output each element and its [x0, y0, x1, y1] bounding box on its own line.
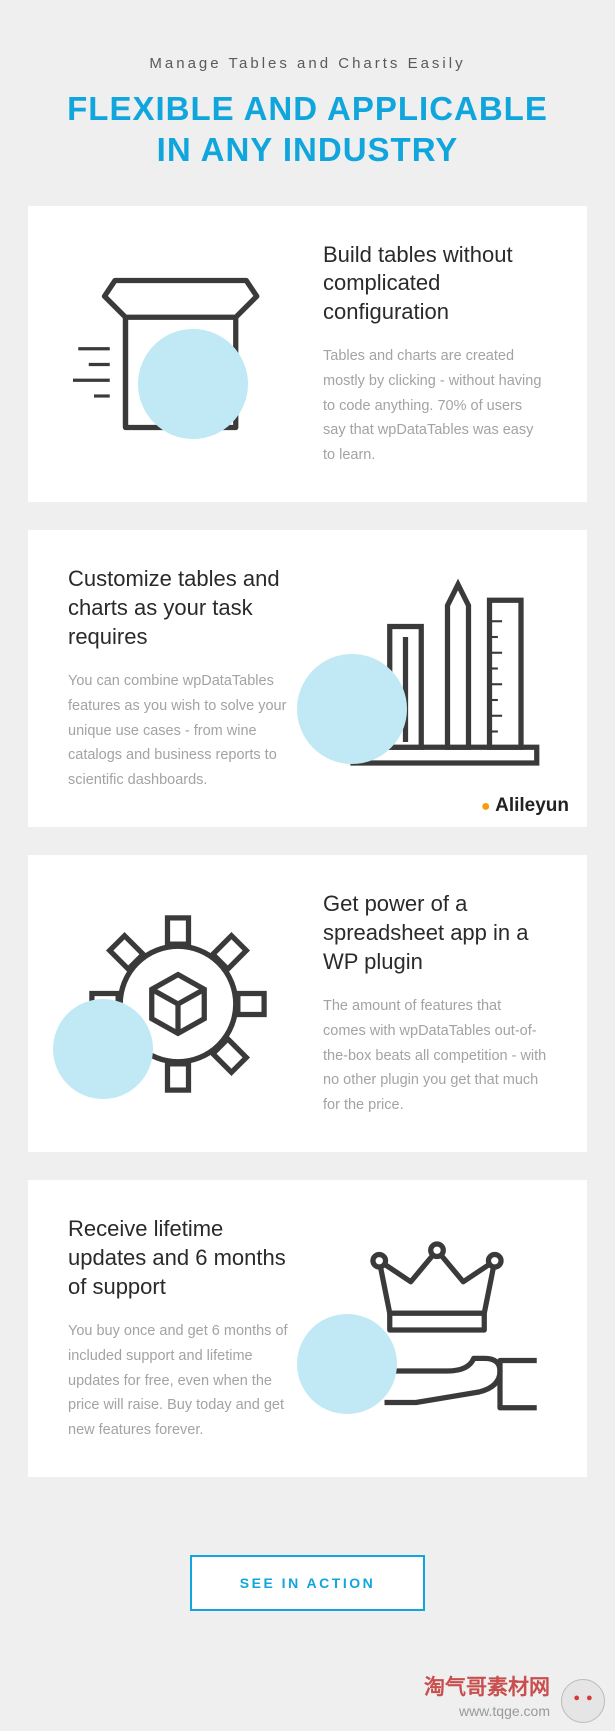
watermark: ● Alileyun — [481, 795, 569, 817]
card-text: Customize tables and charts as your task… — [68, 565, 292, 792]
cta-section: SEE IN ACTION — [0, 1505, 615, 1671]
card-heading: Receive lifetime updates and 6 months of… — [68, 1215, 292, 1301]
footer-watermark: 淘气哥素材网 www.tqge.com — [0, 1671, 615, 1731]
feature-card: Customize tables and charts as your task… — [28, 530, 587, 827]
card-heading: Build tables without complicated configu… — [323, 241, 547, 327]
cards-list: Build tables without complicated configu… — [0, 206, 615, 1478]
card-text: Receive lifetime updates and 6 months of… — [68, 1215, 292, 1442]
card-text: Build tables without complicated configu… — [323, 241, 547, 468]
card-heading: Get power of a spreadsheet app in a WP p… — [323, 890, 547, 976]
card-text: Get power of a spreadsheet app in a WP p… — [323, 890, 547, 1117]
card-heading: Customize tables and charts as your task… — [68, 565, 292, 651]
box-check-icon — [68, 249, 288, 459]
footer-brand: 淘气哥素材网 — [424, 1671, 550, 1701]
gear-cube-icon — [68, 899, 288, 1109]
crown-hand-icon — [327, 1224, 547, 1434]
card-body: You can combine wpDataTables features as… — [68, 669, 292, 792]
header: Manage Tables and Charts Easily FLEXIBLE… — [0, 0, 615, 206]
see-in-action-button[interactable]: SEE IN ACTION — [190, 1555, 425, 1611]
feature-card: Receive lifetime updates and 6 months of… — [28, 1180, 587, 1477]
tools-icon — [327, 574, 547, 784]
header-subtitle: Manage Tables and Charts Easily — [30, 55, 585, 72]
card-body: You buy once and get 6 months of include… — [68, 1319, 292, 1442]
feature-card: Build tables without complicated configu… — [28, 206, 587, 503]
mascot-icon — [561, 1679, 605, 1723]
footer-url: www.tqge.com — [459, 1703, 550, 1719]
card-body: Tables and charts are created mostly by … — [323, 344, 547, 467]
card-body: The amount of features that comes with w… — [323, 994, 547, 1117]
header-title: FLEXIBLE AND APPLICABLE IN ANY INDUSTRY — [30, 88, 585, 171]
feature-card: Get power of a spreadsheet app in a WP p… — [28, 855, 587, 1152]
